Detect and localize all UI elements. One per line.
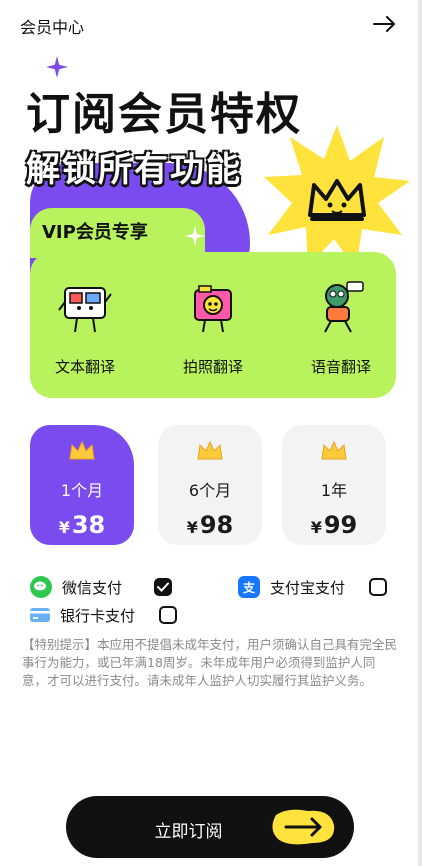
arrow-right-icon (272, 809, 335, 845)
plan-6-months[interactable]: 6个月 ¥98 (158, 425, 262, 545)
feature-label: 拍照翻译 (182, 358, 243, 376)
voice-translate-character-icon (324, 281, 364, 333)
minor-payment-notice: 【特别提示】本应用不提倡未成年支付，用户须确认自己具有完全民事行为能力，或已年满… (22, 637, 398, 688)
photo-translate-character-icon (194, 285, 232, 333)
wechat-pay-icon (30, 576, 52, 598)
payment-label: 银行卡支付 (60, 606, 136, 625)
alipay-checkbox[interactable] (369, 578, 388, 596)
payment-label: 支付宝支付 (270, 578, 346, 597)
arrow-right-icon[interactable] (372, 12, 396, 36)
top-bar: 会员中心 (0, 0, 422, 48)
alipay-icon: 支 (238, 576, 260, 598)
payment-label: 微信支付 (62, 578, 123, 597)
subscribe-button[interactable]: 立即订阅 (66, 796, 354, 858)
bank-card-checkbox[interactable] (159, 606, 178, 624)
text-translate-character-icon (58, 287, 112, 333)
plan-duration: 1个月 (60, 481, 104, 500)
hero-subline: 解锁所有功能 (26, 150, 242, 190)
hero-headline: 订阅会员特权 (26, 89, 302, 140)
feature-photo-translate[interactable]: 拍照翻译 (158, 280, 268, 390)
plan-price: ¥98 (186, 511, 234, 539)
feature-label: 文本翻译 (54, 358, 115, 376)
payment-options: 微信支付 支 支付宝支付 银行卡支付 (0, 570, 422, 630)
plan-duration: 1年 (320, 481, 348, 500)
plan-1-month[interactable]: 1个月 ¥38 (30, 425, 134, 545)
payment-option-wechat[interactable]: 微信支付 (30, 574, 173, 600)
feature-voice-translate[interactable]: 语音翻译 (286, 280, 396, 390)
sparkle-icon (46, 56, 68, 78)
crown-icon (321, 440, 347, 460)
payment-option-bank-card[interactable]: 银行卡支付 (30, 602, 178, 628)
plan-price: ¥99 (310, 511, 358, 539)
feature-text-translate[interactable]: 文本翻译 (30, 280, 140, 390)
plan-options: 1个月 ¥38 6个月 ¥98 1年 ¥99 (30, 425, 396, 550)
bank-card-icon (30, 608, 50, 622)
sparkle-icon (185, 226, 205, 246)
vip-card-title: VIP会员专享 (42, 222, 148, 243)
plan-1-year[interactable]: 1年 ¥99 (282, 425, 386, 545)
feature-label: 语音翻译 (310, 358, 371, 376)
wechat-pay-checkbox[interactable] (154, 578, 173, 596)
vip-features: 文本翻译 拍照翻译 语音翻译 (30, 270, 396, 390)
crown-starburst-icon (264, 125, 410, 269)
page-title: 会员中心 (20, 18, 85, 37)
payment-option-alipay[interactable]: 支 支付宝支付 (238, 574, 388, 600)
crown-icon (197, 440, 223, 460)
plan-duration: 6个月 (188, 481, 232, 500)
crown-icon (69, 440, 95, 460)
check-icon (157, 582, 170, 592)
plan-price: ¥38 (58, 511, 106, 539)
